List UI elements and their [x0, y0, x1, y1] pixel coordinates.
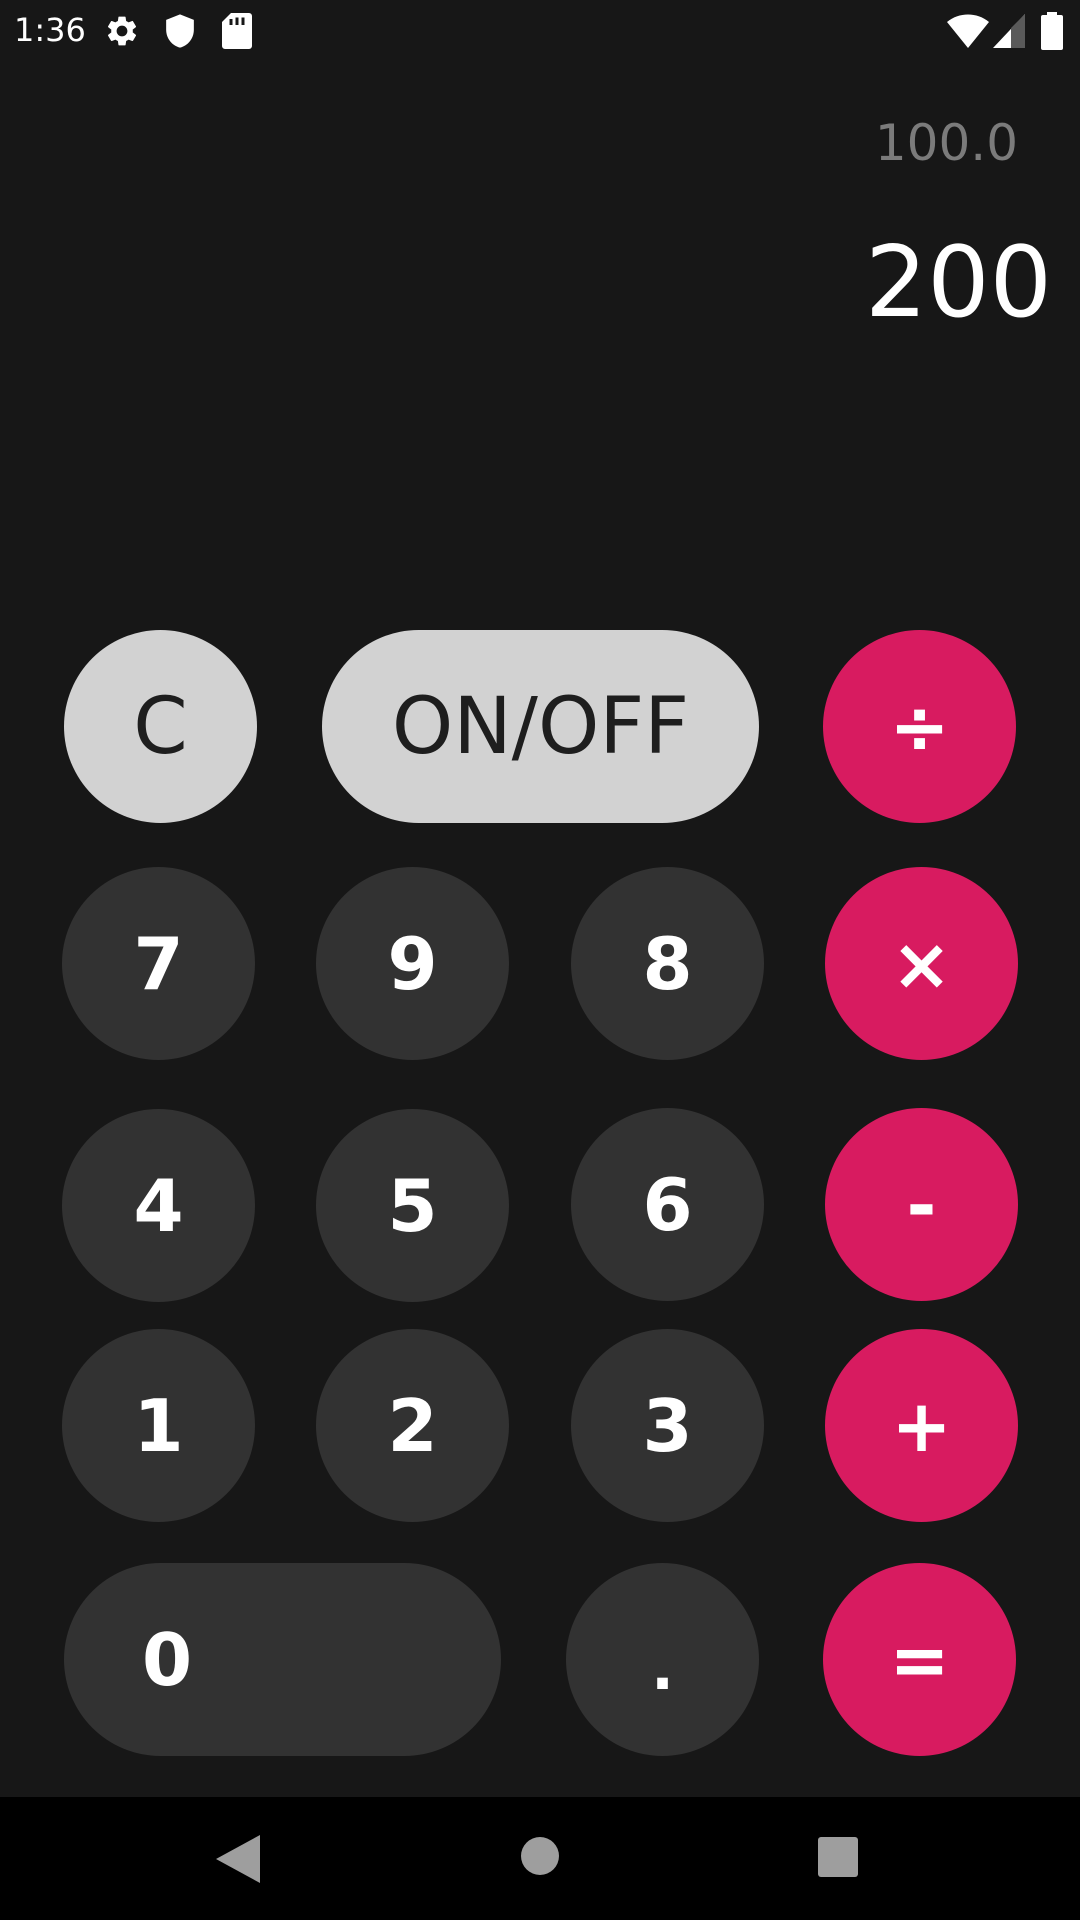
calculator-screen: 1:36 100.0 200 C ON/OFF ÷ 7 9 8 × 4 5 6 …: [0, 0, 1080, 1920]
digit-7-button[interactable]: 7: [62, 867, 255, 1060]
on-off-button[interactable]: ON/OFF: [322, 630, 759, 823]
settings-icon: [108, 16, 137, 46]
shield-icon: [166, 14, 194, 48]
multiply-button[interactable]: ×: [825, 867, 1018, 1060]
digit-0-button[interactable]: 0: [64, 1563, 501, 1756]
digit-2-button[interactable]: 2: [316, 1329, 509, 1522]
digit-9-button[interactable]: 9: [316, 867, 509, 1060]
minus-button[interactable]: -: [825, 1108, 1018, 1301]
decimal-button[interactable]: .: [566, 1563, 759, 1756]
sd-card-icon: [222, 13, 252, 49]
digit-3-button[interactable]: 3: [571, 1329, 764, 1522]
wifi-icon: [947, 14, 989, 48]
clear-button[interactable]: C: [64, 630, 257, 823]
digit-5-button[interactable]: 5: [316, 1109, 509, 1302]
current-value-display: 200: [864, 226, 1052, 340]
back-icon[interactable]: [216, 1835, 260, 1883]
cell-signal-icon: [993, 14, 1025, 48]
plus-button[interactable]: +: [825, 1329, 1018, 1522]
equals-button[interactable]: =: [823, 1563, 1016, 1756]
status-bar: 1:36: [0, 0, 1080, 62]
recents-icon[interactable]: [818, 1837, 858, 1877]
digit-1-button[interactable]: 1: [62, 1329, 255, 1522]
previous-value-display: 100.0: [874, 114, 1018, 172]
digit-8-button[interactable]: 8: [571, 867, 764, 1060]
navigation-bar: [0, 1797, 1080, 1920]
status-time: 1:36: [14, 11, 86, 49]
digit-4-button[interactable]: 4: [62, 1109, 255, 1302]
digit-6-button[interactable]: 6: [571, 1108, 764, 1301]
divide-button[interactable]: ÷: [823, 630, 1016, 823]
home-icon[interactable]: [521, 1837, 559, 1875]
battery-icon: [1041, 12, 1063, 50]
